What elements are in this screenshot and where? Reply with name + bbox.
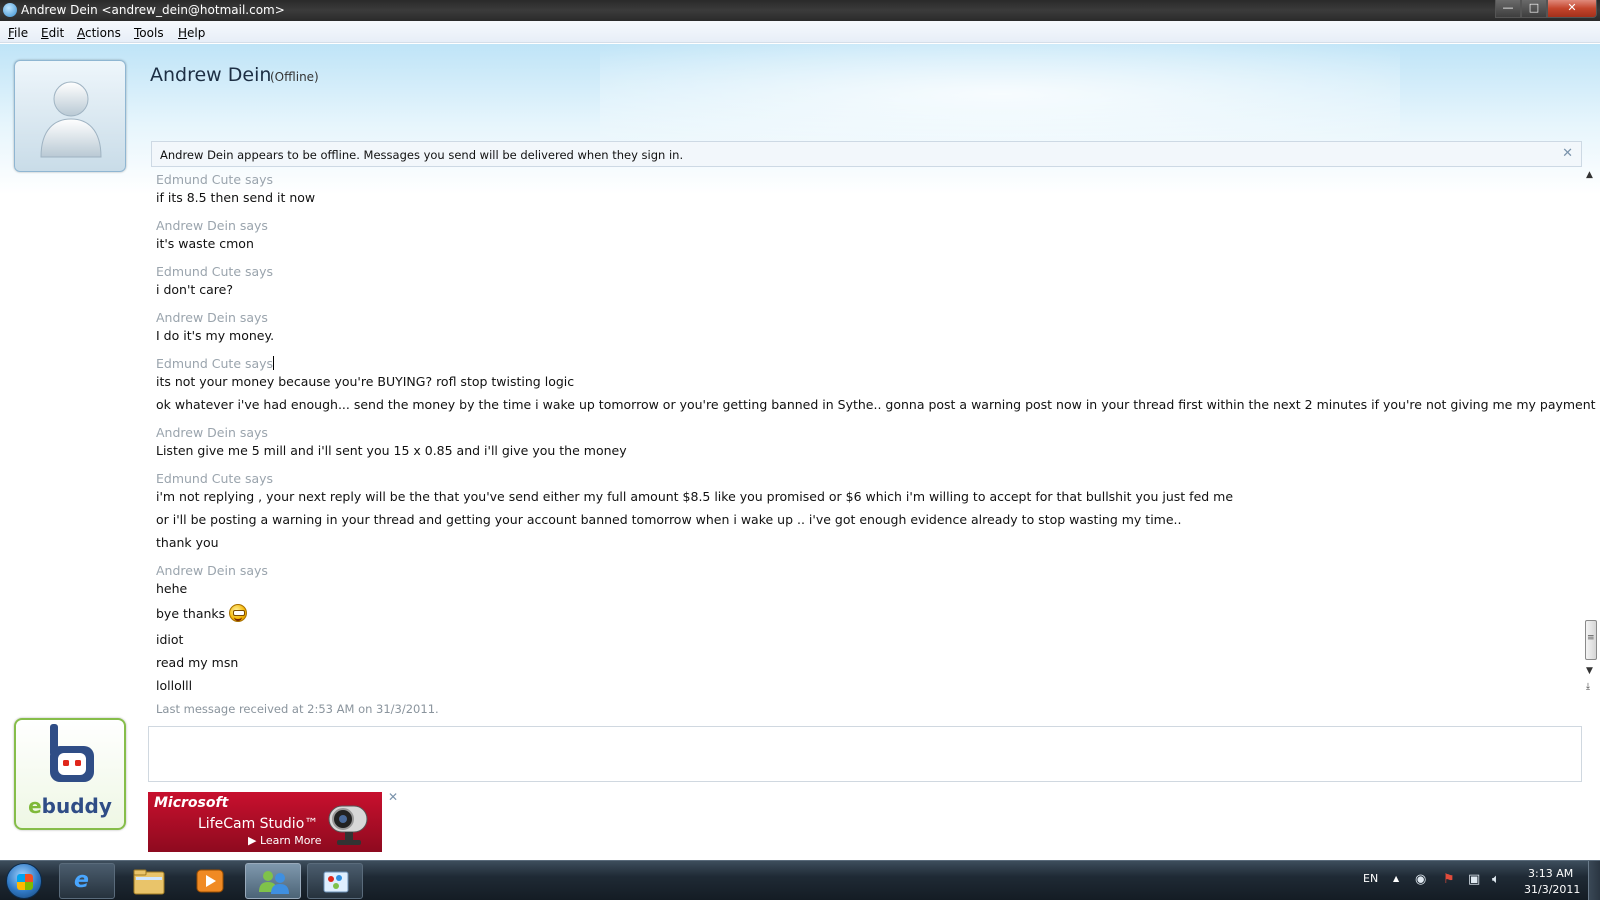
taskbar-paint[interactable] <box>307 863 363 899</box>
minimize-button[interactable]: — <box>1495 0 1521 18</box>
scroll-down-arrow-icon[interactable]: ▼ <box>1586 666 1593 676</box>
ebuddy-face-icon <box>50 724 94 782</box>
contact-avatar[interactable] <box>14 60 126 172</box>
taskbar-media-player[interactable] <box>182 863 238 899</box>
message-text: Listen give me 5 mill and i'll sent you … <box>156 443 627 458</box>
background-glow <box>600 44 1400 144</box>
ebuddy-wordmark: ebuddy <box>28 794 112 818</box>
taskbar-internet-explorer[interactable]: e <box>59 863 115 899</box>
message-text: i'm not replying , your next reply will … <box>156 489 1234 504</box>
menu-actions[interactable]: Actions <box>77 26 121 40</box>
window-title: Andrew Dein <andrew_dein@hotmail.com> <box>21 3 285 17</box>
title-bar: Andrew Dein <andrew_dein@hotmail.com> — … <box>0 0 1600 21</box>
menu-file[interactable]: File <box>8 26 28 40</box>
sender-label: Andrew Dein says <box>156 425 268 440</box>
conversation-history[interactable]: Edmund Cute says if its 8.5 then send it… <box>151 170 1596 716</box>
close-button[interactable]: ✕ <box>1547 0 1597 18</box>
message-text: hehe <box>156 581 188 596</box>
contact-name: Andrew Dein <box>150 64 272 86</box>
ad-learn-more-link[interactable]: ▶ Learn More <box>248 834 321 847</box>
sender-label: Edmund Cute says <box>156 356 274 371</box>
ad-banner[interactable]: Microsoft LifeCam Studio™ ▶ Learn More <box>148 792 382 852</box>
message-text: or i'll be posting a warning in your thr… <box>156 512 1182 527</box>
clock-time[interactable]: 3:13 AM <box>1528 867 1573 880</box>
sender-label: Edmund Cute says <box>156 471 274 486</box>
taskbar-file-explorer[interactable] <box>120 863 176 899</box>
message-text: I do it's my money. <box>156 328 275 343</box>
paint-icon <box>323 871 349 893</box>
ad-product: LifeCam Studio™ <box>198 816 319 832</box>
ad-close-icon[interactable]: ✕ <box>388 790 398 804</box>
show-desktop-button[interactable] <box>1588 861 1600 900</box>
message-text: read my msn <box>156 655 239 670</box>
message-text: its not your money because you're BUYING… <box>156 374 575 389</box>
menu-edit[interactable]: Edit <box>41 26 64 40</box>
clock-date[interactable]: 31/3/2011 <box>1524 883 1580 896</box>
internet-explorer-icon: e <box>74 868 89 893</box>
sender-label: Andrew Dein says <box>156 218 268 233</box>
language-indicator[interactable]: EN <box>1363 872 1378 885</box>
message-input[interactable] <box>148 726 1582 782</box>
menu-bar: File Edit Actions Tools Help <box>0 21 1600 43</box>
sender-label: Andrew Dein says <box>156 563 268 578</box>
contact-status: (Offline) <box>270 70 319 84</box>
maximize-button[interactable]: □ <box>1521 0 1547 18</box>
messenger-buddies-icon <box>259 871 289 894</box>
conversation-scrollbar[interactable]: ▲ ▼ ⤓ <box>1582 170 1600 698</box>
scroll-thumb[interactable] <box>1585 620 1597 660</box>
last-message-timestamp: Last message received at 2:53 AM on 31/3… <box>156 702 439 716</box>
messenger-icon <box>3 3 17 17</box>
text-cursor <box>273 356 275 370</box>
offline-info-bar: Andrew Dein appears to be offline. Messa… <box>151 141 1582 167</box>
user-silhouette-icon <box>40 81 102 158</box>
taskbar: e <box>0 860 1600 900</box>
volume-icon[interactable]: 🔈︎ <box>1492 872 1508 888</box>
scroll-to-end-icon[interactable]: ⤓ <box>1586 682 1590 692</box>
menu-tools[interactable]: Tools <box>134 26 164 40</box>
sender-label: Andrew Dein says <box>156 310 268 325</box>
sender-label: Edmund Cute says <box>156 172 274 187</box>
sender-label: Edmund Cute says <box>156 264 274 279</box>
webcam-icon <box>328 805 368 845</box>
messenger-tray-icon[interactable]: ◉ <box>1415 872 1431 888</box>
info-close-icon[interactable]: ✕ <box>1562 146 1573 161</box>
message-text: it's waste cmon <box>156 236 254 251</box>
message-text: thank you <box>156 535 219 550</box>
message-text: i don't care? <box>156 282 233 297</box>
ebuddy-logo: ebuddy <box>14 718 126 830</box>
show-hidden-icons-button[interactable]: ▲ <box>1393 874 1399 883</box>
media-player-icon <box>196 869 224 893</box>
ad-brand: Microsoft <box>154 795 229 811</box>
taskbar-messenger[interactable] <box>245 863 301 899</box>
message-text: if its 8.5 then send it now <box>156 190 316 205</box>
scroll-up-arrow-icon[interactable]: ▲ <box>1586 170 1593 180</box>
start-button[interactable] <box>6 863 42 899</box>
message-text: ok whatever i've had enough... send the … <box>156 397 1596 412</box>
message-text: lollolll <box>156 678 193 693</box>
offline-info-text: Andrew Dein appears to be offline. Messa… <box>160 148 684 162</box>
message-text: bye thanks <box>156 606 226 621</box>
message-with-emoticon: bye thanks <box>156 604 248 622</box>
sender-label-with-cursor: Edmund Cute says <box>156 356 275 371</box>
network-icon[interactable]: ▣ <box>1468 872 1484 888</box>
message-text: idiot <box>156 632 184 647</box>
menu-help[interactable]: Help <box>178 26 205 40</box>
folder-icon <box>133 869 165 895</box>
grin-emoticon-icon <box>229 604 248 622</box>
action-center-flag-icon[interactable]: ⚑ <box>1443 872 1459 888</box>
